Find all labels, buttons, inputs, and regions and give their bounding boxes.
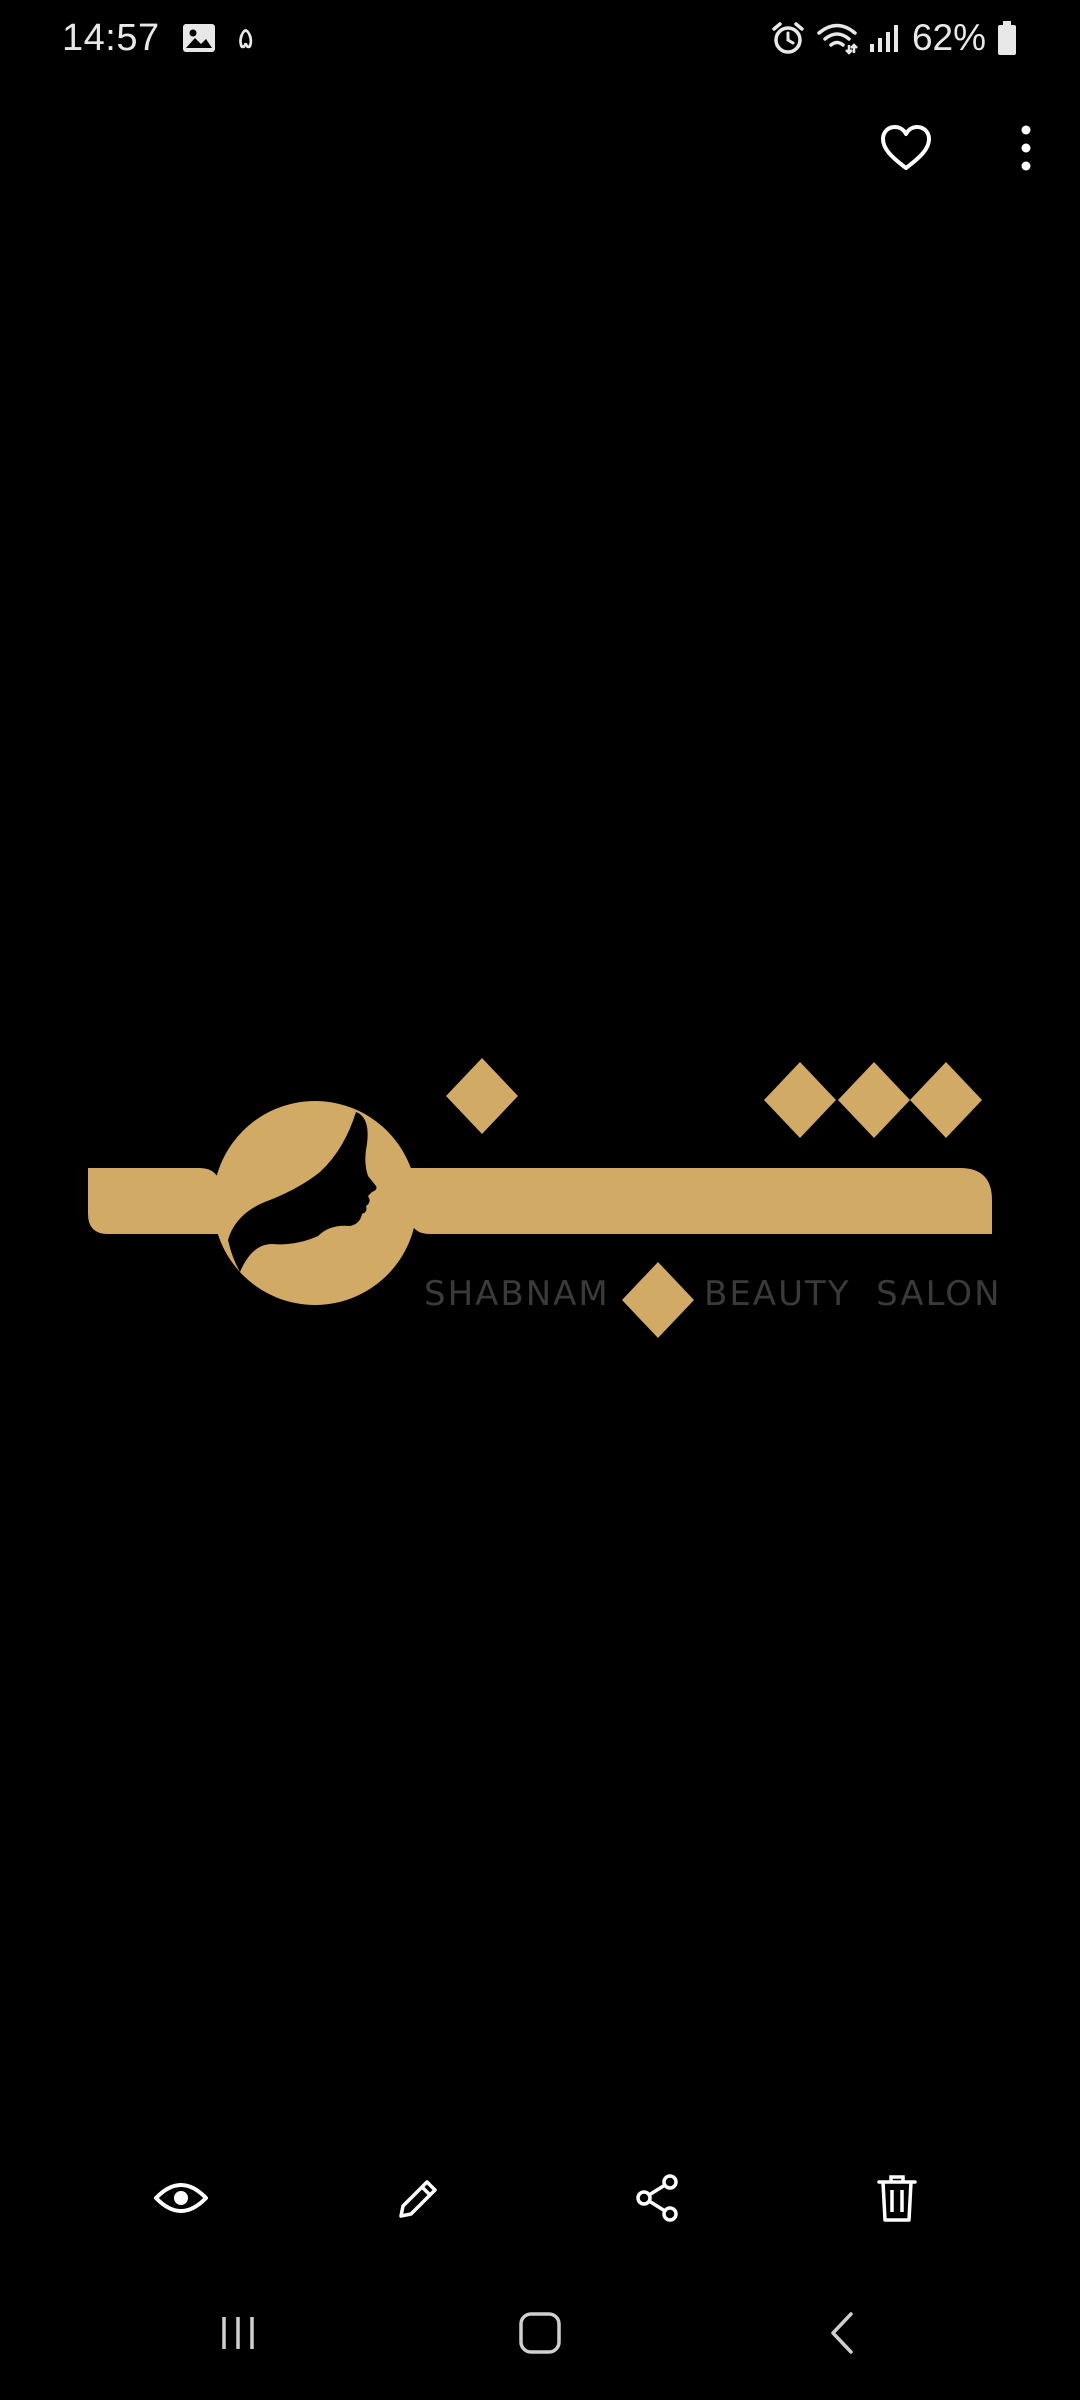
gallery-icon xyxy=(182,23,216,53)
trash-icon xyxy=(875,2172,919,2229)
share-icon xyxy=(634,2173,682,2228)
more-options-button[interactable] xyxy=(986,110,1066,190)
share-button[interactable] xyxy=(608,2150,708,2250)
signal-icon xyxy=(868,22,900,54)
heart-icon xyxy=(880,124,932,177)
back-icon xyxy=(827,2310,857,2361)
logo-diamond-top-left xyxy=(446,1058,518,1134)
delete-button[interactable] xyxy=(847,2150,947,2250)
logo-diamond-bottom xyxy=(622,1262,694,1338)
favorite-button[interactable] xyxy=(866,110,946,190)
status-bar-left: 14:57 ۵ xyxy=(62,14,254,62)
gallery-image-viewer: 14:57 ۵ 62% SHABNAM BEAUTY SALON xyxy=(0,0,1080,2400)
battery-percent: 62% xyxy=(911,17,986,58)
edit-button[interactable] xyxy=(369,2150,469,2250)
home-icon xyxy=(517,2310,563,2361)
viewer-bottom-toolbar xyxy=(0,2150,1080,2250)
viewer-top-actions xyxy=(780,110,1080,190)
logo-caption-left: SHABNAM xyxy=(424,1274,610,1314)
logo-diamond-right-2 xyxy=(838,1062,910,1138)
back-button[interactable] xyxy=(782,2290,902,2380)
alarm-icon xyxy=(770,20,806,56)
logo-diamond-right-1 xyxy=(764,1062,836,1138)
battery-icon xyxy=(996,20,1018,56)
system-navigation-bar xyxy=(0,2290,1080,2380)
shabnam-logo: SHABNAM BEAUTY SALON xyxy=(88,1058,1002,1338)
status-bar: 14:57 ۵ 62% xyxy=(0,0,1080,76)
details-button[interactable] xyxy=(131,2150,231,2250)
recents-button[interactable] xyxy=(178,2290,298,2380)
recents-icon xyxy=(218,2313,258,2358)
notification-digit: ۵ xyxy=(237,20,254,56)
image-content[interactable]: SHABNAM BEAUTY SALON xyxy=(0,1000,1080,1400)
status-time: 14:57 xyxy=(62,16,160,59)
logo-right-bar xyxy=(410,1168,992,1234)
home-button[interactable] xyxy=(480,2290,600,2380)
logo-diamond-right-3 xyxy=(910,1062,982,1138)
status-bar-right: 62% xyxy=(760,14,1018,62)
wifi-icon xyxy=(816,21,858,55)
logo-left-bar xyxy=(88,1168,222,1234)
pencil-icon xyxy=(395,2174,443,2227)
eye-icon xyxy=(153,2178,209,2223)
logo-caption-right: BEAUTY SALON xyxy=(704,1274,1002,1314)
more-vertical-icon xyxy=(1020,125,1032,176)
